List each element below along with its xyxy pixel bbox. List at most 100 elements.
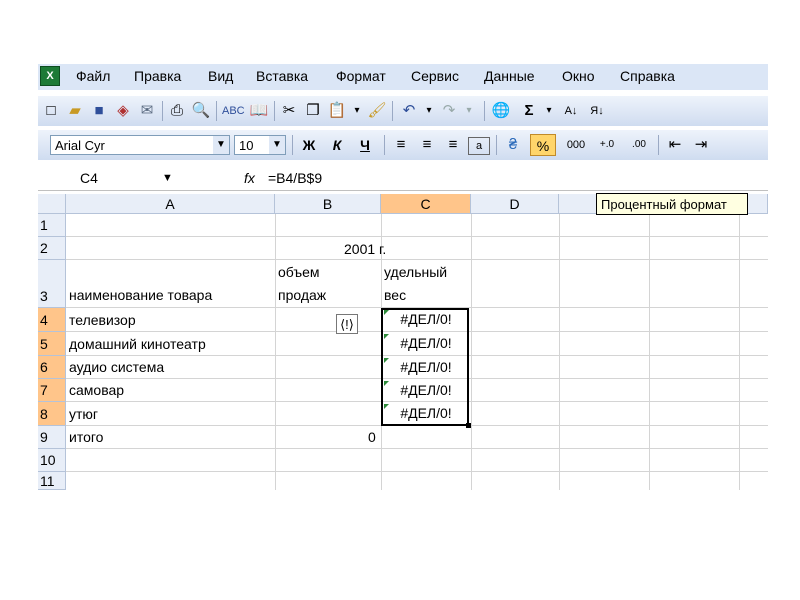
tooltip: Процентный формат [596, 193, 748, 215]
decrease-decimal-icon[interactable]: .00 [626, 134, 652, 156]
row-header-7[interactable]: 7 [38, 379, 66, 402]
formula-bar: C4 ▼ fx =B4/B$9 [38, 166, 768, 191]
row-header-5[interactable]: 5 [38, 332, 66, 356]
comma-style-button[interactable]: 000 [562, 134, 590, 156]
cell-b3-line2[interactable]: продаж [278, 284, 326, 306]
cell-a5[interactable]: домашний кинотеатр [69, 333, 206, 355]
print-preview-icon[interactable]: 🔍 [190, 100, 212, 122]
percent-format-button[interactable]: % [530, 134, 556, 156]
menu-file[interactable]: Файл [76, 68, 110, 84]
research-icon[interactable]: 📖 [248, 100, 270, 122]
font-name-select[interactable]: Arial Cyr ▼ [50, 135, 230, 155]
excel-window: X Файл Правка Вид Вставка Формат Сервис … [38, 56, 768, 490]
spelling-icon[interactable]: ABC [222, 100, 245, 122]
gridline [66, 448, 768, 449]
formula-input[interactable]: =B4/B$9 [268, 168, 322, 188]
toolbar-separator [216, 101, 217, 121]
cell-a8[interactable]: утюг [69, 403, 98, 425]
format-painter-icon[interactable]: 🖌 [366, 100, 388, 122]
print-icon[interactable]: ⎙ [166, 100, 188, 122]
row-header-3[interactable]: 3 [38, 260, 66, 308]
autosum-icon[interactable]: Σ [518, 100, 540, 122]
bold-button[interactable]: Ж [298, 134, 320, 156]
decrease-indent-icon[interactable]: ⇤ [664, 134, 686, 156]
align-right-icon[interactable]: ≡ [442, 134, 464, 156]
function-icon[interactable]: fx [244, 168, 255, 188]
cell-a3[interactable]: наименование товара [69, 284, 212, 306]
chevron-down-icon[interactable]: ▼ [162, 168, 173, 188]
cut-icon[interactable]: ✂ [278, 100, 300, 122]
font-size-select[interactable]: 10 ▼ [234, 135, 286, 155]
save-icon[interactable]: ■ [88, 100, 110, 122]
undo-dropdown-icon[interactable]: ▾ [418, 100, 440, 122]
hyperlink-icon[interactable]: 🌐 [490, 100, 512, 122]
paste-icon[interactable]: 📋 [326, 100, 348, 122]
currency-format-icon[interactable]: ₴ [502, 134, 524, 156]
chevron-down-icon[interactable]: ▼ [213, 136, 229, 154]
paste-dropdown-icon[interactable]: ▾ [346, 100, 368, 122]
menu-tools[interactable]: Сервис [411, 68, 459, 84]
align-left-icon[interactable]: ≡ [390, 134, 412, 156]
toolbar-separator [392, 101, 393, 121]
column-header-c[interactable]: C [381, 194, 471, 214]
underline-button[interactable]: Ч [354, 134, 376, 156]
selection-range [381, 308, 469, 426]
row-header-2[interactable]: 2 [38, 237, 66, 260]
permission-icon[interactable]: ◈ [112, 100, 134, 122]
font-name-value: Arial Cyr [55, 138, 105, 153]
open-folder-icon[interactable]: ▰ [64, 100, 86, 122]
excel-icon[interactable]: X [40, 66, 60, 86]
cell-b3-line1[interactable]: объем [278, 261, 320, 283]
toolbar-separator [658, 135, 659, 155]
row-header-6[interactable]: 6 [38, 356, 66, 379]
column-header-d[interactable]: D [471, 194, 559, 214]
cell-a4[interactable]: телевизор [69, 309, 136, 331]
cell-b9[interactable]: 0 [368, 426, 376, 448]
redo-icon[interactable]: ↷ [438, 100, 460, 122]
cell-c3-line2[interactable]: вес [384, 284, 406, 306]
new-document-icon[interactable]: □ [40, 100, 62, 122]
undo-icon[interactable]: ↶ [398, 100, 420, 122]
gridline [66, 259, 768, 260]
cell-c3-line1[interactable]: удельный [384, 261, 447, 283]
menu-window[interactable]: Окно [562, 68, 595, 84]
italic-button[interactable]: К [326, 134, 348, 156]
align-center-icon[interactable]: ≡ [416, 134, 438, 156]
fill-handle[interactable] [466, 423, 471, 428]
cell-a6[interactable]: аудио система [69, 356, 164, 378]
sort-descending-icon[interactable]: Я↓ [586, 100, 608, 122]
menu-edit[interactable]: Правка [134, 68, 181, 84]
menu-data[interactable]: Данные [484, 68, 535, 84]
redo-dropdown-icon[interactable]: ▾ [458, 100, 480, 122]
column-header-a[interactable]: A [66, 194, 275, 214]
row-header-8[interactable]: 8 [38, 402, 66, 426]
column-header-b[interactable]: B [275, 194, 381, 214]
cell-a7[interactable]: самовар [69, 379, 124, 401]
increase-decimal-icon[interactable]: +.0 [594, 134, 620, 156]
menu-view[interactable]: Вид [208, 68, 233, 84]
menu-help[interactable]: Справка [620, 68, 675, 84]
chevron-down-icon[interactable]: ▼ [269, 136, 285, 154]
toolbar-separator [484, 101, 485, 121]
toolbar-separator [292, 135, 293, 155]
row-header-4[interactable]: 4 [38, 308, 66, 332]
row-header-10[interactable]: 10 [38, 449, 66, 472]
cell-b2[interactable]: 2001 г. [344, 238, 386, 260]
error-warning-icon[interactable]: ⟨!⟩ [336, 314, 358, 334]
cell-a9[interactable]: итого [69, 426, 103, 448]
gridline [66, 236, 768, 237]
copy-icon[interactable]: ❐ [302, 100, 324, 122]
row-header-11[interactable]: 11 [38, 472, 66, 490]
email-icon[interactable]: ✉ [136, 100, 158, 122]
menu-insert[interactable]: Вставка [256, 68, 308, 84]
toolbar-separator [274, 101, 275, 121]
menu-format[interactable]: Формат [336, 68, 386, 84]
sort-ascending-icon[interactable]: А↓ [560, 100, 582, 122]
autosum-dropdown-icon[interactable]: ▾ [538, 100, 560, 122]
select-all-corner[interactable] [38, 194, 66, 214]
increase-indent-icon[interactable]: ⇥ [690, 134, 712, 156]
row-header-9[interactable]: 9 [38, 426, 66, 449]
toolbar-separator [162, 101, 163, 121]
merge-center-icon[interactable]: a [468, 137, 490, 155]
row-header-1[interactable]: 1 [38, 214, 66, 237]
